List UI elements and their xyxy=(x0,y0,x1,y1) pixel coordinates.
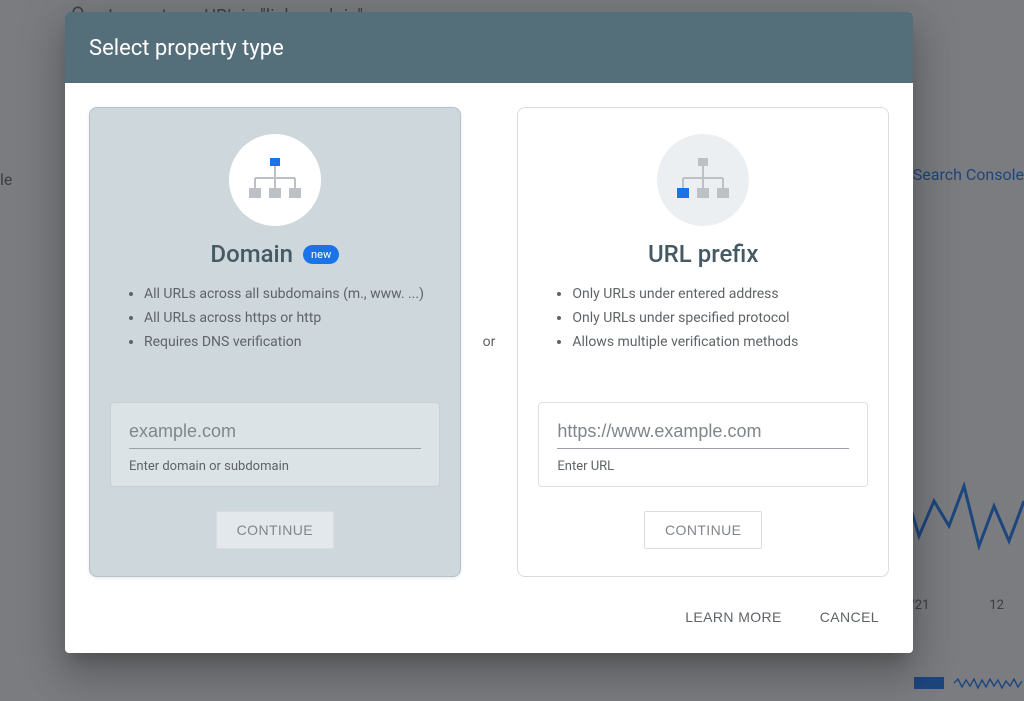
sitemap-icon xyxy=(657,134,749,226)
dialog-body: Domain new All URLs across all subdomain… xyxy=(65,83,913,587)
list-item: Requires DNS verification xyxy=(144,332,440,353)
domain-card-title: Domain new xyxy=(210,240,339,268)
dialog-title: Select property type xyxy=(65,12,913,83)
list-item: Allows multiple verification methods xyxy=(572,332,868,353)
url-input[interactable] xyxy=(557,419,849,449)
or-separator: or xyxy=(481,334,498,350)
domain-continue-button[interactable]: CONTINUE xyxy=(216,511,334,549)
domain-card[interactable]: Domain new All URLs across all subdomain… xyxy=(89,107,461,577)
list-item: Only URLs under specified protocol xyxy=(572,308,868,329)
list-item: Only URLs under entered address xyxy=(572,284,868,305)
property-type-dialog: Select property type Domain new xyxy=(65,12,913,653)
url-title-text: URL prefix xyxy=(648,240,758,268)
url-input-hint: Enter URL xyxy=(557,459,849,474)
list-item: All URLs across all subdomains (m., www.… xyxy=(144,284,440,305)
domain-input-box: Enter domain or subdomain xyxy=(110,402,440,487)
domain-bullet-list: All URLs across all subdomains (m., www.… xyxy=(110,284,440,376)
url-bullet-list: Only URLs under entered address Only URL… xyxy=(538,284,868,376)
url-continue-button[interactable]: CONTINUE xyxy=(644,511,762,549)
sitemap-icon xyxy=(229,134,321,226)
dialog-actions: LEARN MORE CANCEL xyxy=(65,587,913,653)
url-prefix-card[interactable]: URL prefix Only URLs under entered addre… xyxy=(517,107,889,577)
list-item: All URLs across https or http xyxy=(144,308,440,329)
url-card-title: URL prefix xyxy=(648,240,758,268)
learn-more-button[interactable]: LEARN MORE xyxy=(681,603,786,631)
cancel-button[interactable]: CANCEL xyxy=(816,603,883,631)
url-input-box: Enter URL xyxy=(538,402,868,487)
new-badge: new xyxy=(303,245,339,264)
domain-input-hint: Enter domain or subdomain xyxy=(129,459,421,474)
domain-title-text: Domain xyxy=(210,240,293,268)
domain-input[interactable] xyxy=(129,419,421,449)
